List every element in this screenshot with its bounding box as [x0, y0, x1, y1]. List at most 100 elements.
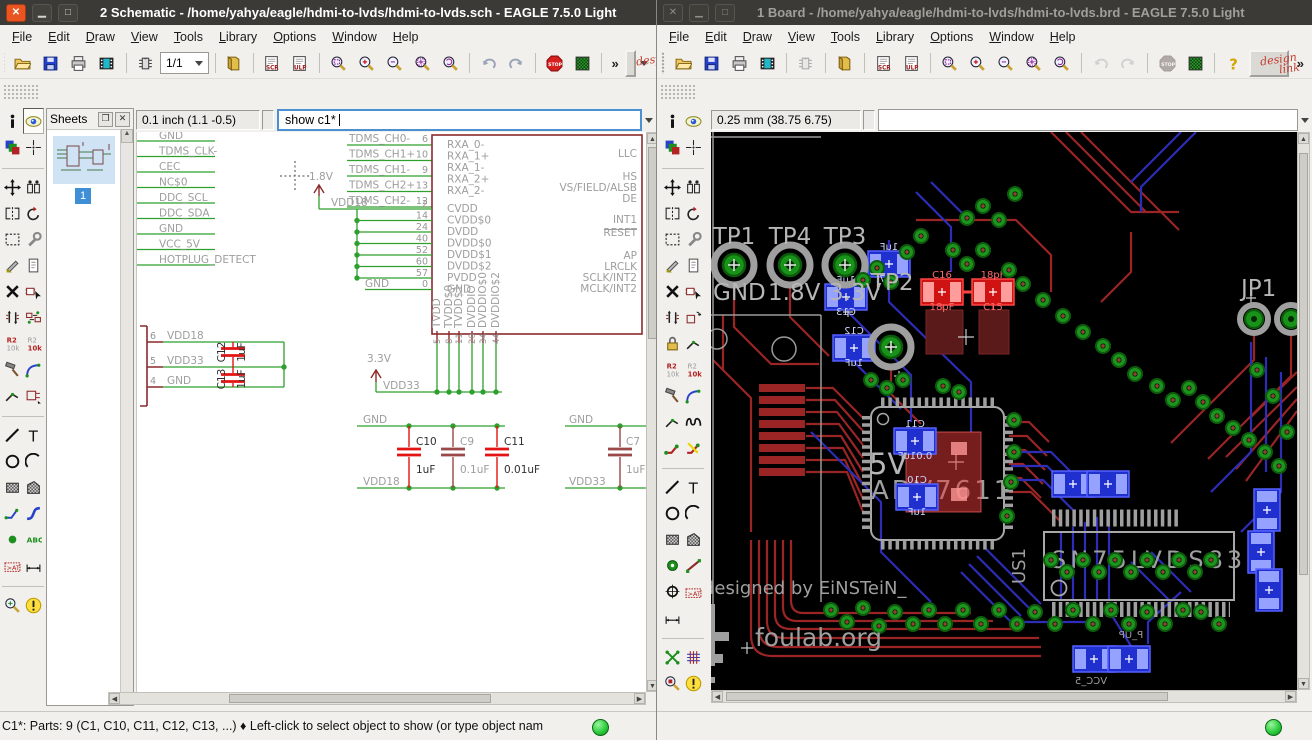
menu-view[interactable]: View [123, 28, 166, 46]
titlebar[interactable]: ✕ ▁ □ 2 Schematic - /home/yahya/eagle/hd… [0, 0, 656, 25]
tool-attribute[interactable] [683, 578, 704, 604]
menu-view[interactable]: View [780, 28, 823, 46]
tool-change[interactable] [23, 226, 44, 252]
scroll-down-icon[interactable]: ▼ [1298, 678, 1309, 689]
jp1-pad-1[interactable] [1240, 305, 1268, 333]
save-button[interactable] [698, 50, 724, 76]
tool-mirror[interactable] [662, 200, 683, 226]
maximize-icon[interactable]: □ [58, 4, 78, 22]
tool-signal[interactable] [683, 552, 704, 578]
command-history-dropdown[interactable] [642, 109, 656, 131]
tool-split[interactable] [662, 408, 683, 434]
scroll-right-icon[interactable]: ▶ [634, 693, 645, 704]
component-blue-cap[interactable] [1087, 471, 1129, 497]
menu-tools[interactable]: Tools [166, 28, 211, 46]
sheet-thumbnail[interactable] [53, 136, 115, 184]
tool-smash[interactable] [662, 382, 683, 408]
menu-window[interactable]: Window [324, 28, 384, 46]
tool-name[interactable] [662, 356, 683, 382]
tool-move[interactable] [2, 174, 23, 200]
zoom-in-button[interactable] [965, 50, 991, 76]
tool-rotate[interactable] [23, 200, 44, 226]
tool-show[interactable] [23, 108, 44, 134]
schematic-canvas[interactable]: GND TDMS_CLK- CEC NC$0 DDC_SCL DDC_SDA G… [136, 132, 646, 692]
command-input[interactable] [878, 109, 1298, 131]
testpoint-tp1-pad[interactable] [714, 245, 754, 285]
tool-name[interactable] [2, 330, 23, 356]
sheet-number-badge[interactable]: 1 [75, 188, 91, 204]
tool-add[interactable] [23, 278, 44, 304]
tool-pinswap[interactable] [662, 304, 683, 330]
sheets-scrollbar[interactable]: ▲ [120, 129, 133, 705]
tool-arc[interactable] [23, 448, 44, 474]
tool-cut[interactable] [2, 252, 23, 278]
open-button[interactable] [670, 50, 696, 76]
jp1-pad-2[interactable] [1277, 305, 1297, 333]
export-button[interactable] [754, 50, 780, 76]
tool-rect[interactable] [2, 474, 23, 500]
component-c16[interactable]: C16 18pF [921, 270, 963, 313]
component-blue-cap[interactable] [1256, 569, 1282, 611]
run-script-button[interactable] [259, 50, 285, 76]
minimize-icon[interactable]: ▁ [689, 4, 709, 22]
tool-paste[interactable] [23, 252, 44, 278]
toolbar-handle[interactable] [4, 52, 5, 74]
testpoint-tp4-pad[interactable] [770, 245, 810, 285]
menu-options[interactable]: Options [922, 28, 981, 46]
tool-polygon[interactable] [683, 526, 704, 552]
menu-library[interactable]: Library [211, 28, 265, 46]
design-link-button[interactable]: design link [1249, 50, 1289, 77]
zoom-redraw-button[interactable] [1049, 50, 1075, 76]
scroll-right-icon[interactable]: ▶ [1285, 691, 1296, 702]
tool-erc[interactable] [2, 592, 23, 618]
tool-replace[interactable] [683, 304, 704, 330]
close-panel-icon[interactable]: ✕ [115, 112, 130, 127]
tool-rect[interactable] [662, 526, 683, 552]
tool-bus[interactable] [23, 500, 44, 526]
close-icon[interactable]: ✕ [663, 4, 683, 22]
menu-file[interactable]: File [661, 28, 697, 46]
horizontal-scrollbar[interactable]: ◀ ▶ [108, 692, 646, 705]
print-button[interactable] [66, 50, 92, 76]
tool-wire[interactable] [662, 474, 683, 500]
tool-hole[interactable] [662, 578, 683, 604]
grid-button[interactable] [569, 50, 595, 76]
zoom-fit-button[interactable] [937, 50, 963, 76]
menu-edit[interactable]: Edit [697, 28, 735, 46]
tool-polygon[interactable] [23, 474, 44, 500]
zoom-select-button[interactable] [409, 50, 435, 76]
tool-display[interactable] [2, 134, 23, 160]
tool-drc[interactable] [662, 670, 683, 696]
tool-show[interactable] [683, 108, 704, 134]
board-schematic-switch-button[interactable] [132, 50, 158, 76]
capacitor-c11[interactable]: C11 0.01uF [485, 426, 540, 488]
tool-label[interactable] [23, 526, 44, 552]
tool-route[interactable] [662, 434, 683, 460]
tool-move[interactable] [662, 174, 683, 200]
zoom-out-button[interactable] [381, 50, 407, 76]
zoom-out-button[interactable] [993, 50, 1019, 76]
component-blue-cap[interactable] [1248, 531, 1274, 573]
close-icon[interactable]: ✕ [6, 4, 26, 22]
tool-errors[interactable] [683, 670, 704, 696]
menu-file[interactable]: File [4, 28, 40, 46]
capacitor-c9[interactable]: C9 0.1uF [441, 426, 489, 488]
scroll-left-icon[interactable]: ◀ [109, 693, 120, 704]
maximize-icon[interactable]: □ [715, 4, 735, 22]
horizontal-scrollbar[interactable]: ◀ ▶ [711, 690, 1297, 703]
tool-info[interactable] [662, 108, 683, 134]
capacitor-c10[interactable]: C10 1uF [397, 426, 437, 488]
use-library-button[interactable] [832, 50, 858, 76]
zoom-fit-button[interactable] [325, 50, 351, 76]
float-panel-icon[interactable]: ❐ [98, 112, 113, 127]
capacitor-c12-c13[interactable]: C12 C13 1uF 1uF [216, 342, 248, 390]
tool-miter[interactable] [683, 382, 704, 408]
sheet-selector[interactable]: 1/1 [160, 52, 209, 74]
scroll-left-icon[interactable]: ◀ [712, 691, 723, 702]
tool-value[interactable] [683, 356, 704, 382]
tool-text[interactable] [683, 474, 704, 500]
tool-miter[interactable] [23, 356, 44, 382]
tool-auto[interactable] [683, 644, 704, 670]
tool-meander[interactable] [683, 408, 704, 434]
tool-pinswap[interactable] [2, 304, 23, 330]
